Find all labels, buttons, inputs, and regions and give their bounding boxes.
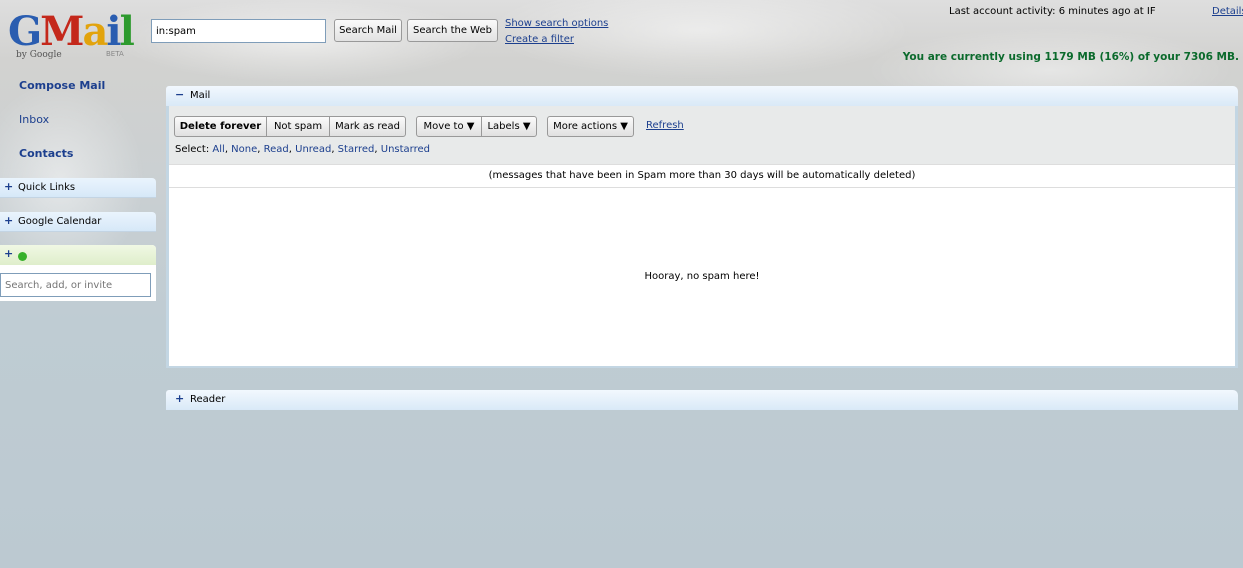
- chat-header: +: [0, 245, 156, 265]
- more-actions-dropdown[interactable]: More actions ▼: [547, 116, 634, 137]
- quick-links-box[interactable]: + Quick Links: [0, 178, 156, 198]
- delete-forever-button[interactable]: Delete forever: [174, 116, 267, 137]
- select-label: Select:: [175, 144, 210, 155]
- empty-message: Hooray, no spam here!: [644, 271, 760, 282]
- expand-plus-icon[interactable]: +: [4, 247, 13, 260]
- select-none-link[interactable]: None: [231, 144, 257, 155]
- mail-panel: − Mail Delete forever Not spam Mark as r…: [166, 86, 1238, 368]
- quick-links-label: Quick Links: [18, 182, 76, 193]
- logo-wordmark: GMail: [8, 8, 135, 55]
- search-mail-button[interactable]: Search Mail: [334, 19, 402, 42]
- storage-quota: You are currently using 1179 MB (16%) of…: [902, 51, 1239, 63]
- search-input[interactable]: [151, 19, 326, 43]
- labels-dropdown[interactable]: Labels ▼: [481, 116, 537, 137]
- select-row: Select: All, None, Read, Unread, Starred…: [175, 144, 431, 155]
- search-links: Show search options Create a filter: [505, 16, 608, 48]
- chat-status-icon[interactable]: [18, 252, 27, 261]
- refresh-link[interactable]: Refresh: [646, 120, 684, 131]
- select-starred-link[interactable]: Starred: [338, 144, 375, 155]
- create-filter-link[interactable]: Create a filter: [505, 32, 608, 48]
- logo-l-letter: l: [119, 8, 135, 55]
- show-search-options-link[interactable]: Show search options: [505, 16, 608, 32]
- last-account-activity: Last account activity: 6 minutes ago at …: [949, 6, 1156, 17]
- mail-panel-header[interactable]: − Mail: [166, 86, 1238, 106]
- chat-search-input[interactable]: [0, 273, 151, 297]
- not-spam-button[interactable]: Not spam: [266, 116, 330, 137]
- envelope-m-icon: M: [40, 8, 84, 55]
- details-link[interactable]: Details: [1212, 6, 1243, 17]
- mail-toolbar: Delete forever Not spam Mark as read Mov…: [169, 106, 1235, 164]
- logo-a-letter: a: [82, 8, 108, 55]
- spam-notice: (messages that have been in Spam more th…: [169, 164, 1235, 188]
- reader-panel-header[interactable]: + Reader: [166, 390, 1238, 410]
- chat-box: +: [0, 245, 156, 301]
- search-web-button[interactable]: Search the Web: [407, 19, 498, 42]
- expand-plus-icon[interactable]: +: [4, 180, 13, 193]
- contacts-link[interactable]: Contacts: [19, 147, 73, 160]
- logo-i-letter: i: [106, 8, 121, 55]
- mark-as-read-button[interactable]: Mark as read: [329, 116, 406, 137]
- message-list: (messages that have been in Spam more th…: [169, 164, 1235, 366]
- select-unread-link[interactable]: Unread: [295, 144, 331, 155]
- select-all-link[interactable]: All: [212, 144, 224, 155]
- google-calendar-box[interactable]: + Google Calendar: [0, 212, 156, 232]
- reader-panel-title: Reader: [190, 394, 226, 405]
- expand-plus-icon[interactable]: +: [4, 214, 13, 227]
- logo-by-google: by Google: [16, 50, 62, 60]
- google-calendar-label: Google Calendar: [18, 216, 102, 227]
- inbox-link[interactable]: Inbox: [19, 113, 49, 126]
- select-read-link[interactable]: Read: [264, 144, 289, 155]
- select-unstarred-link[interactable]: Unstarred: [381, 144, 430, 155]
- gmail-logo[interactable]: GMail by Google BETA: [8, 8, 135, 64]
- collapse-minus-icon[interactable]: −: [175, 88, 184, 101]
- logo-beta: BETA: [106, 50, 124, 58]
- logo-g-letter: G: [8, 8, 42, 55]
- compose-mail-link[interactable]: Compose Mail: [19, 79, 105, 92]
- expand-plus-icon[interactable]: +: [175, 392, 184, 405]
- move-to-dropdown[interactable]: Move to ▼: [416, 116, 482, 137]
- mail-panel-title: Mail: [190, 90, 211, 101]
